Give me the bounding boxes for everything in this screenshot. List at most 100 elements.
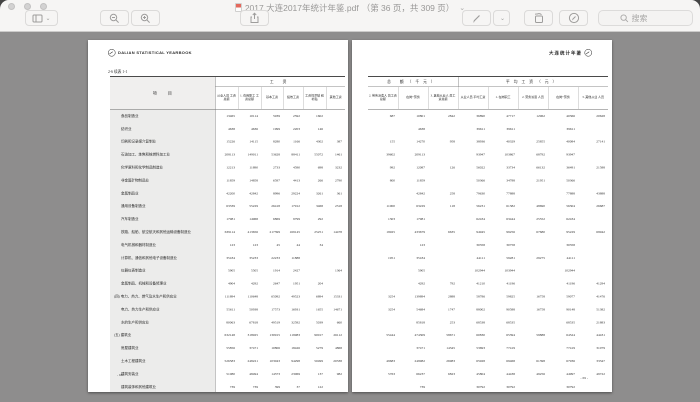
cell-value: 42842 bbox=[238, 187, 261, 200]
cell-value: 25251 bbox=[303, 226, 326, 239]
cell-value: 77888 bbox=[488, 187, 518, 200]
cell-value: 16931 bbox=[283, 303, 303, 316]
cell-value: 85818 bbox=[398, 316, 428, 329]
cell-value: 982 bbox=[326, 367, 345, 380]
cell-value: 44997 bbox=[548, 367, 578, 380]
cell-value: 6597 bbox=[261, 174, 283, 187]
zoom-window-button[interactable] bbox=[40, 3, 47, 10]
cell-value: 14478 bbox=[326, 226, 345, 239]
cell-value: 958 bbox=[428, 135, 458, 148]
cell-value: 4636 bbox=[238, 122, 261, 135]
share-icon bbox=[249, 12, 260, 24]
zoom-out-button[interactable] bbox=[100, 10, 129, 26]
cell-value: 63444 bbox=[488, 213, 518, 226]
table-row: 992120871265602233734661323649121588 bbox=[368, 161, 608, 174]
cell-value: 2647 bbox=[261, 277, 283, 290]
cell-value: 1602 bbox=[303, 109, 326, 122]
cell-value: 30358 bbox=[548, 238, 578, 251]
cell-value: 123 bbox=[238, 238, 261, 251]
cell-value: 413656 bbox=[238, 226, 261, 239]
yearbook-logo-icon bbox=[585, 49, 593, 57]
cell-value bbox=[428, 148, 458, 161]
cell-value: 21951 bbox=[518, 174, 548, 187]
column-header: 基本工资 bbox=[261, 87, 283, 110]
cell-value: 4292 bbox=[238, 277, 261, 290]
cell-value bbox=[303, 251, 326, 264]
cell-value: 61382 bbox=[488, 200, 518, 213]
cell-value: 3261 bbox=[303, 187, 326, 200]
cell-value: 10114 bbox=[238, 109, 261, 122]
close-window-button[interactable] bbox=[8, 3, 15, 10]
cell-value bbox=[578, 148, 608, 161]
pen-icon bbox=[471, 13, 482, 24]
cell-value: 53628 bbox=[261, 148, 283, 161]
cell-value: 55229 bbox=[238, 200, 261, 213]
cell-value bbox=[518, 264, 548, 277]
cell-value: 39611 bbox=[548, 122, 578, 135]
column-header: 其他工资 bbox=[326, 87, 345, 110]
cell-value: 1951 bbox=[368, 251, 398, 264]
cell-value: 526583 bbox=[215, 355, 238, 368]
cell-value: 94945 bbox=[458, 226, 488, 239]
page-number: - 69 - bbox=[580, 376, 588, 380]
cell-value: 149011 bbox=[238, 148, 261, 161]
cell-value: 4638 bbox=[215, 122, 238, 135]
page-indicator: （第 36 页，共 309 页） bbox=[362, 2, 455, 14]
cell-value bbox=[368, 122, 398, 135]
cell-value: 50366 bbox=[548, 174, 578, 187]
cell-value: 632148 bbox=[215, 329, 238, 342]
minimize-window-button[interactable] bbox=[24, 3, 31, 10]
search-field[interactable] bbox=[598, 10, 693, 26]
cell-value: 209113 bbox=[398, 148, 428, 161]
row-label: 汽车制造业 bbox=[110, 213, 215, 226]
cell-value: 62434 bbox=[458, 213, 488, 226]
cell-value: 50938 bbox=[238, 303, 261, 316]
cell-value: 8280 bbox=[261, 135, 283, 148]
cell-value: 41476 bbox=[578, 290, 608, 303]
cell-value: 5505 bbox=[238, 264, 261, 277]
zoom-in-icon bbox=[140, 13, 151, 24]
cell-value: 2592 bbox=[283, 109, 303, 122]
cell-value: 49256 bbox=[518, 367, 548, 380]
row-label: 通用设备制造业 bbox=[110, 200, 215, 213]
cell-value: 44111 bbox=[548, 251, 578, 264]
cell-value: 11859 bbox=[398, 174, 428, 187]
cell-value: 2790 bbox=[326, 174, 345, 187]
pen-options-button[interactable]: ⌄ bbox=[493, 10, 510, 26]
cell-value: 10806 bbox=[261, 342, 283, 355]
search-input[interactable] bbox=[632, 14, 672, 23]
cell-value: 4590 bbox=[283, 161, 303, 174]
share-button[interactable] bbox=[240, 10, 269, 26]
cell-value: 34788 bbox=[488, 174, 518, 187]
cell-value: 3468 bbox=[303, 200, 326, 213]
cell-value: 5763 bbox=[368, 367, 398, 380]
cell-value: 67936 bbox=[548, 355, 578, 368]
cell-value: 40084 bbox=[548, 135, 578, 148]
row-label: 金属制品业 bbox=[110, 187, 215, 200]
cell-value: 40366 bbox=[548, 109, 578, 122]
cell-value: 6869 bbox=[261, 213, 283, 226]
show-markup-toolbar-button[interactable] bbox=[559, 10, 588, 26]
cell-value: 2427 bbox=[283, 264, 303, 277]
cell-value: 387 bbox=[326, 135, 345, 148]
zoom-out-icon bbox=[109, 13, 120, 24]
rotate-button[interactable] bbox=[524, 10, 553, 26]
zoom-in-button[interactable] bbox=[131, 10, 160, 26]
column-header: 在岗+劳务 bbox=[548, 87, 578, 110]
markup-pen-button[interactable] bbox=[462, 10, 491, 26]
cell-value: 11888 bbox=[283, 251, 303, 264]
cell-value: 204 bbox=[303, 277, 326, 290]
cell-value: 217399 bbox=[261, 226, 283, 239]
cell-value: 1461 bbox=[326, 148, 345, 161]
cell-value: 55611 bbox=[215, 303, 238, 316]
cell-value: 292 bbox=[303, 213, 326, 226]
cell-value: 14345 bbox=[428, 342, 458, 355]
cell-value: 11859 bbox=[215, 174, 238, 187]
cell-value bbox=[518, 277, 548, 290]
cell-value: 36491 bbox=[548, 161, 578, 174]
cell-value: 68792 bbox=[518, 148, 548, 161]
sidebar-view-button[interactable]: ⌄ bbox=[25, 10, 58, 26]
cell-value: 111894 bbox=[215, 290, 238, 303]
cell-value: 2318 bbox=[326, 200, 345, 213]
table-row: 5544447430958671608306539459888645244443… bbox=[368, 329, 608, 342]
